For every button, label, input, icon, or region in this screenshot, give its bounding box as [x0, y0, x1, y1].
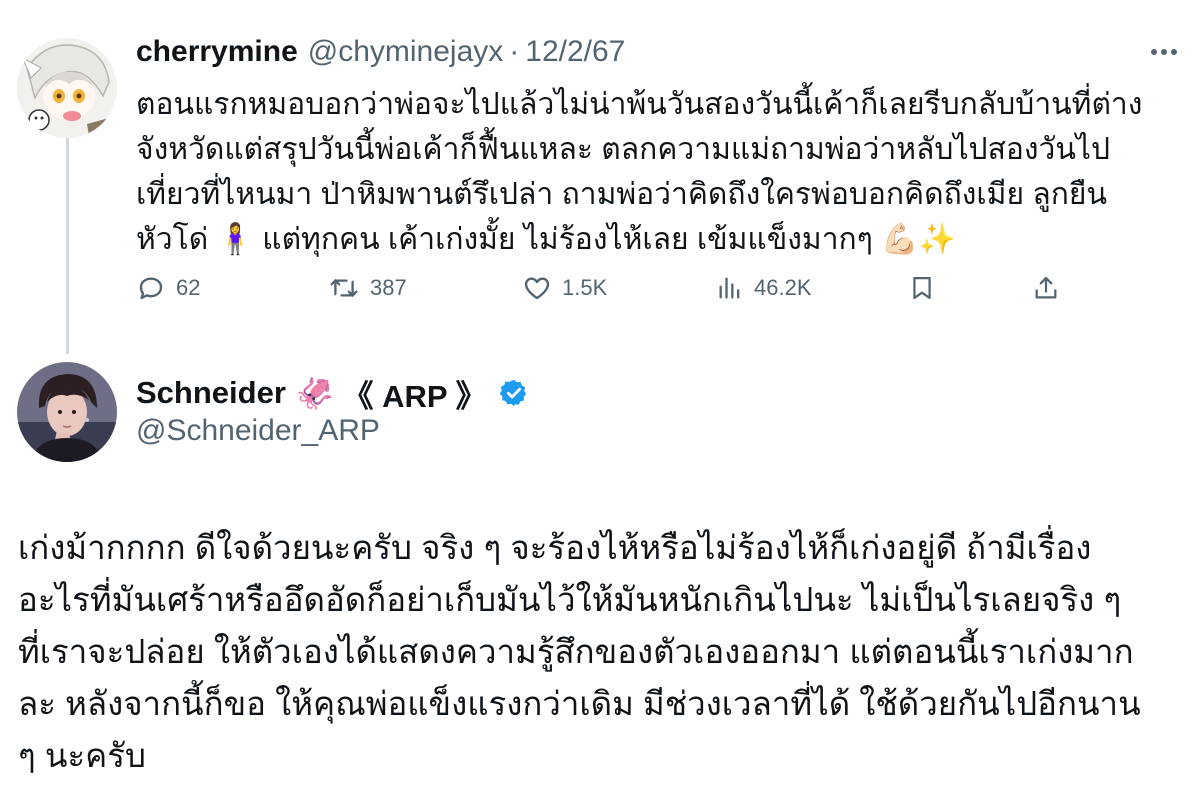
reply-to-text-line: หัวโด่ 🧍‍♀️ แต่ทุกคน เค้าเก่งมั้ย ไม่ร้อ…: [136, 223, 956, 256]
share-icon: [1035, 276, 1057, 299]
reply-to-text-line: เที่ยวที่ไหนมา ป่าหิมพานต์รึเปล่า ถามพ่อ…: [136, 178, 1108, 211]
separator-dot: ·: [509, 35, 520, 68]
reply-to-author-handle[interactable]: @chyminejayx: [308, 35, 504, 69]
verified-icon: [499, 379, 526, 407]
like-button[interactable]: 1.5K: [522, 266, 607, 310]
like-icon: [524, 277, 550, 300]
reply-to-date[interactable]: 12/2/67: [525, 35, 625, 69]
main-post-text-line: ละ หลังจากนี้ก็ขอ ให้คุณพ่อแข็งแรงกว่าเด…: [18, 685, 1141, 722]
main-post-text-line: ที่เราจะปล่อย ให้ตัวเองได้แสดงความรู้สึก…: [18, 633, 1134, 670]
main-post-author-name[interactable]: Schneider: [136, 375, 286, 411]
like-count: 1.5K: [562, 275, 608, 300]
main-post-text-line: อะไรที่มันเศร้าหรืออึดอัดก็อย่าเก็บมันไว…: [18, 581, 1122, 618]
reply-to-text-line: ตอนแรกหมอบอกว่าพ่อจะไปแล้วไม่น่าพ้นวันสอ…: [136, 88, 1143, 121]
more-icon: [1151, 49, 1157, 55]
reply-to-action-bar: 62 387 1.5K 46.2K: [136, 266, 1066, 310]
main-post-name-suffix: 《 ARP 》: [342, 378, 487, 414]
reply-button[interactable]: 62: [136, 266, 200, 310]
more-options-button[interactable]: [1146, 40, 1182, 64]
reply-to-text: ตอนแรกหมอบอกว่าพ่อจะไปแล้วไม่น่าพ้นวันสอ…: [136, 82, 1176, 262]
main-post-text-line: ๆ นะครับ: [18, 737, 146, 774]
schneider-avatar[interactable]: [17, 362, 117, 462]
main-post-text-line: เก่งม้ากกกก ดีใจด้วยนะครับ จริง ๆ จะร้อง…: [18, 529, 1092, 566]
reply-count: 62: [176, 275, 201, 300]
repost-button[interactable]: 387: [328, 266, 407, 310]
reply-to-author-name[interactable]: cherrymine: [136, 35, 298, 69]
bookmark-button[interactable]: [908, 266, 946, 310]
cherrymine-avatar[interactable]: [17, 38, 117, 138]
views-icon: [719, 277, 740, 299]
repost-count: 387: [370, 275, 407, 300]
main-post-author-handle[interactable]: @Schneider_ARP: [136, 414, 380, 448]
verified-badge[interactable]: [499, 378, 529, 408]
reply-to-header: cherrymine @chyminejayx · 12/2/67: [136, 30, 625, 74]
main-post-text: เก่งม้ากกกก ดีใจด้วยนะครับ จริง ๆ จะร้อง…: [18, 522, 1188, 782]
reply-icon: [139, 277, 163, 300]
views-button[interactable]: 46.2K: [716, 266, 812, 310]
reply-to-text-line: จังหวัดแต่สรุปวันนี้พ่อเค้าก็ฟื้นแหละ ตล…: [136, 133, 1111, 166]
thread-connector-line: [66, 122, 69, 354]
main-post-name-row: Schneider 🦑 《 ARP 》: [136, 370, 529, 416]
squid-emoji: 🦑: [295, 375, 335, 411]
bookmark-icon: [913, 276, 931, 300]
views-count: 46.2K: [754, 275, 812, 300]
repost-icon: [330, 279, 358, 297]
share-button[interactable]: [1032, 266, 1070, 310]
